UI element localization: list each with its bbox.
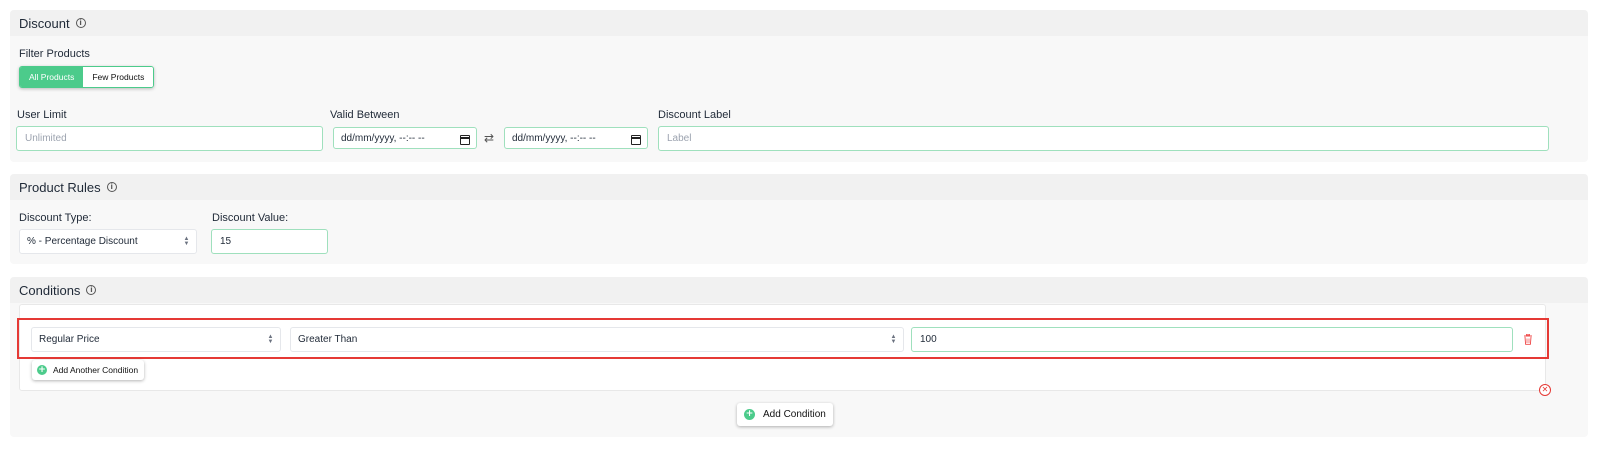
- conditions-title: Conditions: [19, 282, 81, 298]
- conditions-header: Conditions i: [10, 277, 1588, 303]
- user-limit-placeholder: Unlimited: [25, 133, 67, 144]
- discount-label-label: Discount Label: [658, 109, 731, 121]
- plus-circle-icon: +: [37, 365, 47, 375]
- close-circle-icon[interactable]: ✕: [1539, 384, 1551, 396]
- valid-from-value: dd/mm/yyyy, --:-- --: [341, 132, 425, 144]
- discount-header: Discount i: [10, 10, 1588, 36]
- discount-label-input[interactable]: Label: [658, 126, 1549, 151]
- filter-products-label: Filter Products: [19, 48, 90, 60]
- discount-label-placeholder: Label: [667, 133, 692, 144]
- valid-from-input[interactable]: dd/mm/yyyy, --:-- --: [333, 127, 477, 149]
- discount-type-value: % - Percentage Discount: [27, 236, 138, 247]
- add-another-condition-label: Add Another Condition: [53, 365, 139, 375]
- all-products-button[interactable]: All Products: [20, 67, 84, 87]
- valid-to-value: dd/mm/yyyy, --:-- --: [512, 132, 596, 144]
- add-condition-button[interactable]: + Add Condition: [737, 403, 833, 426]
- valid-between-label: Valid Between: [330, 109, 400, 121]
- calendar-icon[interactable]: [631, 135, 641, 145]
- info-icon[interactable]: i: [75, 18, 86, 28]
- product-rules-header: Product Rules i: [10, 174, 1588, 200]
- product-rules-title: Product Rules: [19, 179, 101, 195]
- discount-value: 15: [220, 236, 232, 247]
- discount-type-label: Discount Type:: [19, 212, 92, 224]
- discount-type-select[interactable]: % - Percentage Discount ▲ ▼: [19, 229, 197, 254]
- condition-row-highlight: [17, 318, 1549, 359]
- user-limit-input[interactable]: Unlimited: [16, 126, 323, 151]
- info-icon[interactable]: i: [86, 285, 97, 295]
- discount-value-label: Discount Value:: [212, 212, 289, 224]
- swap-arrows-icon: ⇄: [484, 131, 495, 145]
- discount-title: Discount: [19, 15, 70, 31]
- filter-products-toggle: All Products Few Products: [19, 66, 155, 88]
- few-products-button[interactable]: Few Products: [83, 67, 154, 87]
- discount-value-input[interactable]: 15: [211, 229, 328, 254]
- valid-to-input[interactable]: dd/mm/yyyy, --:-- --: [504, 127, 648, 149]
- calendar-icon[interactable]: [460, 135, 470, 145]
- select-arrows-icon: ▲ ▼: [183, 236, 190, 247]
- plus-circle-icon: +: [744, 409, 755, 420]
- add-another-condition-button[interactable]: + Add Another Condition: [32, 360, 145, 380]
- info-icon[interactable]: i: [106, 182, 117, 192]
- user-limit-label: User Limit: [17, 109, 67, 121]
- add-condition-label: Add Condition: [763, 409, 826, 420]
